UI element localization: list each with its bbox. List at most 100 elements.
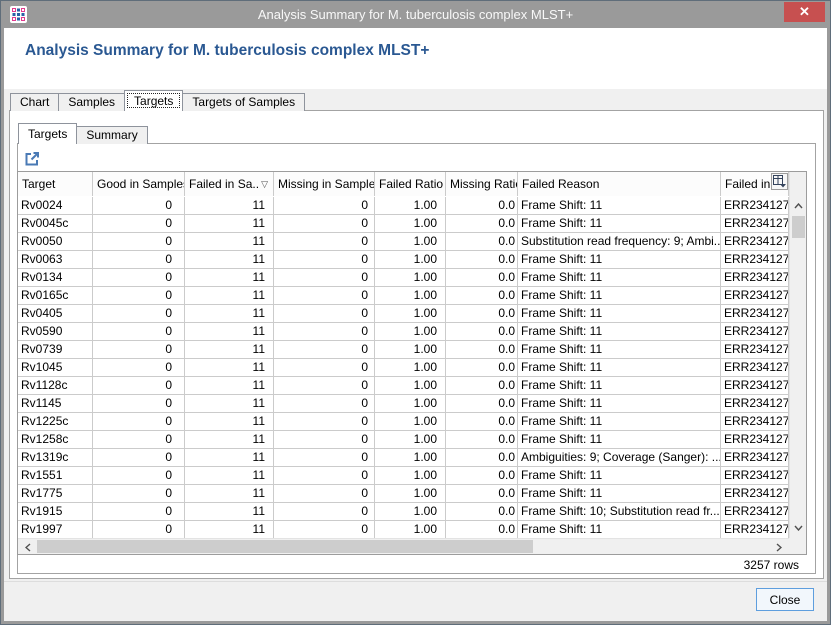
cell-failed-ratio: 1.00 [375,305,446,323]
table-row[interactable]: Rv199701101.000.0Frame Shift: 11ERR23412… [18,521,789,539]
table-row[interactable]: Rv002401101.000.0Frame Shift: 11ERR23412… [18,197,789,215]
sort-descending-icon: ▽ [261,173,268,196]
cell-failed-ratio: 1.00 [375,503,446,521]
cell-missing-in-samples: 0 [274,503,375,521]
tab-targets[interactable]: Targets [124,90,183,111]
table-body: Rv002401101.000.0Frame Shift: 11ERR23412… [18,197,789,539]
scroll-up-arrow-icon[interactable] [790,198,807,214]
cell-failed-ratio: 1.00 [375,431,446,449]
cell-good-in-samples: 0 [93,413,185,431]
cell-failed-reason: Frame Shift: 11 [518,467,721,485]
cell-failed-ratio: 1.00 [375,413,446,431]
cell-target: Rv0739 [18,341,93,359]
cell-failed-in-samples-list: ERR234127, ER. [721,359,789,377]
cell-missing-in-samples: 0 [274,521,375,539]
cell-failed-in-samples: 11 [185,323,274,341]
cell-target: Rv1145 [18,395,93,413]
horizontal-scroll-thumb[interactable] [37,540,533,553]
table-row[interactable]: Rv1225c01101.000.0Frame Shift: 11ERR2341… [18,413,789,431]
cell-failed-in-samples-list: ERR234127, ER. [721,377,789,395]
scrollbar-corner [789,538,806,554]
column-chooser-button[interactable] [771,173,788,190]
table-row[interactable]: Rv013401101.000.0Frame Shift: 11ERR23412… [18,269,789,287]
tab-chart[interactable]: Chart [10,93,59,111]
cell-good-in-samples: 0 [93,485,185,503]
table-row[interactable]: Rv177501101.000.0Frame Shift: 11ERR23412… [18,485,789,503]
column-header-good-in-samples[interactable]: Good in Samples [93,172,185,196]
vertical-scroll-thumb[interactable] [792,216,805,238]
cell-missing-in-samples: 0 [274,467,375,485]
cell-failed-ratio: 1.00 [375,287,446,305]
close-button[interactable]: Close [756,588,814,611]
table-row[interactable]: Rv040501101.000.0Frame Shift: 11ERR23412… [18,305,789,323]
cell-failed-reason: Frame Shift: 11 [518,431,721,449]
cell-failed-reason: Frame Shift: 11 [518,269,721,287]
cell-failed-ratio: 1.00 [375,251,446,269]
cell-failed-ratio: 1.00 [375,341,446,359]
cell-missing-ratio: 0.0 [446,197,518,215]
cell-missing-in-samples: 0 [274,413,375,431]
subtab-targets[interactable]: Targets [18,123,77,144]
cell-missing-ratio: 0.0 [446,485,518,503]
table-row[interactable]: Rv059001101.000.0Frame Shift: 11ERR23412… [18,323,789,341]
cell-target: Rv1319c [18,449,93,467]
table-row[interactable]: Rv073901101.000.0Frame Shift: 11ERR23412… [18,341,789,359]
cell-target: Rv1128c [18,377,93,395]
cell-missing-in-samples: 0 [274,485,375,503]
column-header-failed-ratio[interactable]: Failed Ratio [375,172,446,196]
table-row[interactable]: Rv155101101.000.0Frame Shift: 11ERR23412… [18,467,789,485]
cell-missing-in-samples: 0 [274,287,375,305]
table-row[interactable]: Rv0165c01101.000.0Frame Shift: 11ERR2341… [18,287,789,305]
cell-missing-in-samples: 0 [274,215,375,233]
tab-samples[interactable]: Samples [58,93,125,111]
cell-missing-ratio: 0.0 [446,521,518,539]
export-table-icon[interactable] [23,150,41,168]
cell-failed-reason: Frame Shift: 11 [518,215,721,233]
cell-failed-ratio: 1.00 [375,449,446,467]
cell-missing-ratio: 0.0 [446,377,518,395]
subtab-summary[interactable]: Summary [76,126,147,144]
horizontal-scrollbar[interactable] [18,538,789,554]
column-header-target[interactable]: Target [18,172,93,196]
cell-good-in-samples: 0 [93,395,185,413]
table-row[interactable]: Rv1128c01101.000.0Frame Shift: 11ERR2341… [18,377,789,395]
cell-target: Rv0165c [18,287,93,305]
app-icon [10,6,27,23]
table-row[interactable]: Rv1319c01101.000.0Ambiguities: 9; Covera… [18,449,789,467]
scroll-right-arrow-icon[interactable] [771,539,787,555]
cell-failed-in-samples: 11 [185,413,274,431]
cell-failed-reason: Frame Shift: 11 [518,323,721,341]
table-row[interactable]: Rv1258c01101.000.0Frame Shift: 11ERR2341… [18,431,789,449]
column-header-missing-ratio[interactable]: Missing Ratio [446,172,518,196]
tab-targets-of-samples[interactable]: Targets of Samples [182,93,305,111]
table-row[interactable]: Rv191501101.000.0Frame Shift: 10; Substi… [18,503,789,521]
title-bar[interactable]: Analysis Summary for M. tuberculosis com… [1,1,830,28]
scroll-left-arrow-icon[interactable] [20,539,36,555]
cell-failed-reason: Frame Shift: 10; Substitution read fr... [518,503,721,521]
cell-failed-reason: Frame Shift: 11 [518,377,721,395]
scroll-down-arrow-icon[interactable] [790,520,807,536]
table-row[interactable]: Rv006301101.000.0Frame Shift: 11ERR23412… [18,251,789,269]
cell-failed-reason: Frame Shift: 11 [518,287,721,305]
cell-missing-in-samples: 0 [274,377,375,395]
vertical-scrollbar[interactable] [789,172,806,538]
cell-failed-in-samples-list: ERR234127, ER. [721,395,789,413]
cell-failed-in-samples: 11 [185,485,274,503]
cell-target: Rv0050 [18,233,93,251]
column-header-missing-in-samples[interactable]: Missing in Samples [274,172,375,196]
cell-failed-in-samples-list: ERR234127, ER. [721,215,789,233]
window-close-button[interactable]: ✕ [784,2,825,22]
table-row[interactable]: Rv005001101.000.0Substitution read frequ… [18,233,789,251]
table-row[interactable]: Rv104501101.000.0Frame Shift: 11ERR23412… [18,359,789,377]
cell-missing-ratio: 0.0 [446,359,518,377]
cell-failed-in-samples: 11 [185,449,274,467]
cell-failed-in-samples: 11 [185,467,274,485]
cell-missing-ratio: 0.0 [446,341,518,359]
table-row[interactable]: Rv114501101.000.0Frame Shift: 11ERR23412… [18,395,789,413]
column-header-failed-in-samples[interactable]: Failed in Sa...▽ [185,172,274,196]
table-row[interactable]: Rv0045c01101.000.0Frame Shift: 11ERR2341… [18,215,789,233]
cell-missing-ratio: 0.0 [446,449,518,467]
cell-failed-in-samples-list: ERR234127, ER. [721,233,789,251]
column-header-failed-reason[interactable]: Failed Reason [518,172,721,196]
cell-good-in-samples: 0 [93,305,185,323]
